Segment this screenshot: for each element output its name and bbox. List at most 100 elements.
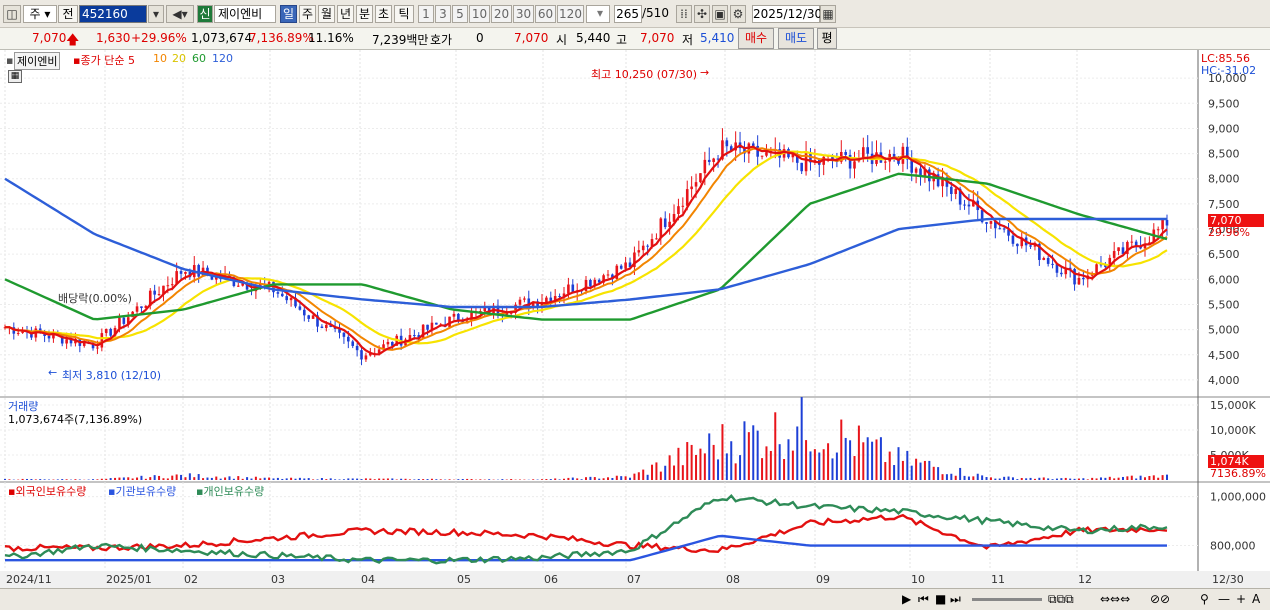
candle-body bbox=[690, 186, 693, 190]
font-size-icon[interactable]: A bbox=[1252, 592, 1260, 606]
volume-bar bbox=[219, 478, 222, 480]
volume-bar bbox=[857, 425, 860, 480]
volume-bar bbox=[488, 479, 491, 480]
candle-body bbox=[954, 188, 958, 195]
interval-5-button[interactable]: 5 bbox=[452, 5, 468, 23]
volume-bar bbox=[39, 479, 42, 480]
legend-ma60: 60 bbox=[192, 52, 206, 65]
period-select-label: 주 bbox=[29, 7, 41, 21]
stock-code-input[interactable]: 452160 bbox=[79, 5, 147, 23]
volume-bar bbox=[774, 412, 777, 480]
interval-10-button[interactable]: 10 bbox=[469, 5, 490, 23]
candle-body bbox=[311, 315, 315, 319]
side-button[interactable]: 전 bbox=[58, 5, 78, 23]
legend-ma5: 5 bbox=[127, 54, 135, 67]
volume-bar bbox=[1033, 478, 1036, 480]
volume-bar bbox=[1003, 476, 1006, 480]
volume-bar bbox=[783, 459, 786, 480]
volume-bar bbox=[404, 478, 407, 480]
year-button[interactable]: 년 bbox=[337, 5, 354, 23]
candle-body bbox=[699, 173, 702, 183]
volume-bar bbox=[153, 475, 156, 480]
price-tick-label: 9,500 bbox=[1208, 97, 1240, 110]
volume-bar bbox=[237, 476, 240, 480]
volume-bar bbox=[30, 479, 33, 480]
buy-button[interactable]: 매수 bbox=[738, 28, 774, 49]
day-button[interactable]: 일 bbox=[280, 5, 297, 23]
date-input[interactable]: 2025/12/30 bbox=[752, 5, 822, 23]
indiv-legend-label: 개인보유수량 bbox=[203, 485, 265, 498]
settings-icon[interactable]: ⚙ bbox=[730, 5, 746, 23]
volume-bar bbox=[144, 478, 147, 480]
layout-icon[interactable]: ⧉⧉⧉ bbox=[1048, 592, 1074, 607]
crosshair-icon[interactable]: ✣ bbox=[694, 5, 710, 23]
volume-bar bbox=[835, 452, 838, 480]
volume-bar bbox=[633, 473, 636, 480]
volume-bar bbox=[92, 479, 95, 480]
sell-button[interactable]: 매도 bbox=[778, 28, 814, 49]
drawing-tools-icon[interactable]: ⇔⇔⇔ bbox=[1100, 592, 1130, 606]
minute-button[interactable]: 분 bbox=[356, 5, 373, 23]
volume-bar bbox=[360, 479, 363, 480]
tick-button[interactable]: 틱 bbox=[394, 5, 414, 23]
candle-body bbox=[853, 161, 856, 169]
table-icon[interactable]: ▦ bbox=[8, 70, 22, 83]
volume-bar bbox=[1143, 477, 1146, 480]
stop-icon[interactable]: ■ bbox=[935, 592, 946, 606]
period-select[interactable]: 주 ▾ bbox=[23, 5, 57, 23]
volume-bar bbox=[1117, 477, 1120, 480]
save-icon[interactable]: ▣ bbox=[712, 5, 728, 23]
candle-body bbox=[1042, 258, 1046, 260]
chart-canvas[interactable]: 2024/11 2025/01 02 03 04 05 06 07 08 09 10 11 12 12/3… bbox=[0, 50, 1270, 588]
play-icon[interactable]: ▶ bbox=[902, 592, 911, 606]
zoom-in-icon[interactable]: + bbox=[1236, 592, 1246, 606]
zoom-slider[interactable] bbox=[972, 598, 1042, 601]
month-button[interactable]: 월 bbox=[318, 5, 335, 23]
volume-bar bbox=[1073, 478, 1076, 480]
sound-icon[interactable]: ◀▾ bbox=[166, 5, 194, 23]
interval-60-button[interactable]: 60 bbox=[535, 5, 556, 23]
second-button[interactable]: 초 bbox=[375, 5, 392, 23]
candle-body bbox=[285, 296, 288, 301]
volume-bar bbox=[479, 479, 482, 480]
forward-icon[interactable]: ⏭ bbox=[950, 592, 961, 607]
interval-120-button[interactable]: 120 bbox=[557, 5, 584, 23]
interval-30-button[interactable]: 30 bbox=[513, 5, 534, 23]
volume-bar bbox=[263, 477, 266, 480]
interval-1-button[interactable]: 1 bbox=[418, 5, 434, 23]
volume-tick-label: 10,000K bbox=[1210, 424, 1256, 437]
volume-bar bbox=[1166, 474, 1168, 480]
zoom-icon[interactable]: ⚲ bbox=[1200, 592, 1209, 606]
volume-bar bbox=[140, 475, 143, 480]
volume-bar bbox=[408, 479, 411, 480]
legend-stock-name[interactable]: 제이엔비 bbox=[14, 52, 61, 70]
x-axis-label: 12 bbox=[1078, 573, 1092, 586]
volume-bar bbox=[959, 467, 962, 480]
volume-bar bbox=[334, 479, 337, 480]
volume-bar bbox=[1077, 478, 1080, 480]
volume-bar bbox=[945, 474, 948, 480]
interval-dropdown-icon[interactable]: ▾ bbox=[592, 5, 608, 23]
window-icon[interactable]: ◫ bbox=[3, 5, 21, 23]
volume-bar bbox=[637, 472, 640, 480]
interval-20-button[interactable]: 20 bbox=[491, 5, 512, 23]
code-dropdown-icon[interactable]: ▾ bbox=[148, 5, 164, 23]
avg-button[interactable]: 평 bbox=[817, 28, 837, 49]
zoom-out-icon[interactable]: — bbox=[1218, 592, 1230, 606]
calendar-icon[interactable]: ▦ bbox=[820, 5, 836, 23]
volume-bar bbox=[171, 475, 174, 480]
grid-icon[interactable]: ⁞⁞ bbox=[676, 5, 692, 23]
volume-bar bbox=[708, 433, 711, 480]
volume-bar bbox=[105, 478, 108, 480]
interval-3-button[interactable]: 3 bbox=[435, 5, 451, 23]
volume-bar bbox=[932, 466, 935, 480]
candle-body bbox=[703, 159, 707, 174]
volume-bar bbox=[122, 477, 125, 480]
line-tools-icon[interactable]: ⊘⊘ bbox=[1150, 592, 1170, 606]
rewind-icon[interactable]: ⏮ bbox=[918, 592, 929, 607]
bar-count-input[interactable]: 265 bbox=[614, 5, 642, 23]
volume-bar bbox=[567, 477, 570, 480]
candle-body bbox=[342, 332, 346, 337]
week-button[interactable]: 주 bbox=[299, 5, 316, 23]
volume-bar bbox=[646, 474, 649, 480]
